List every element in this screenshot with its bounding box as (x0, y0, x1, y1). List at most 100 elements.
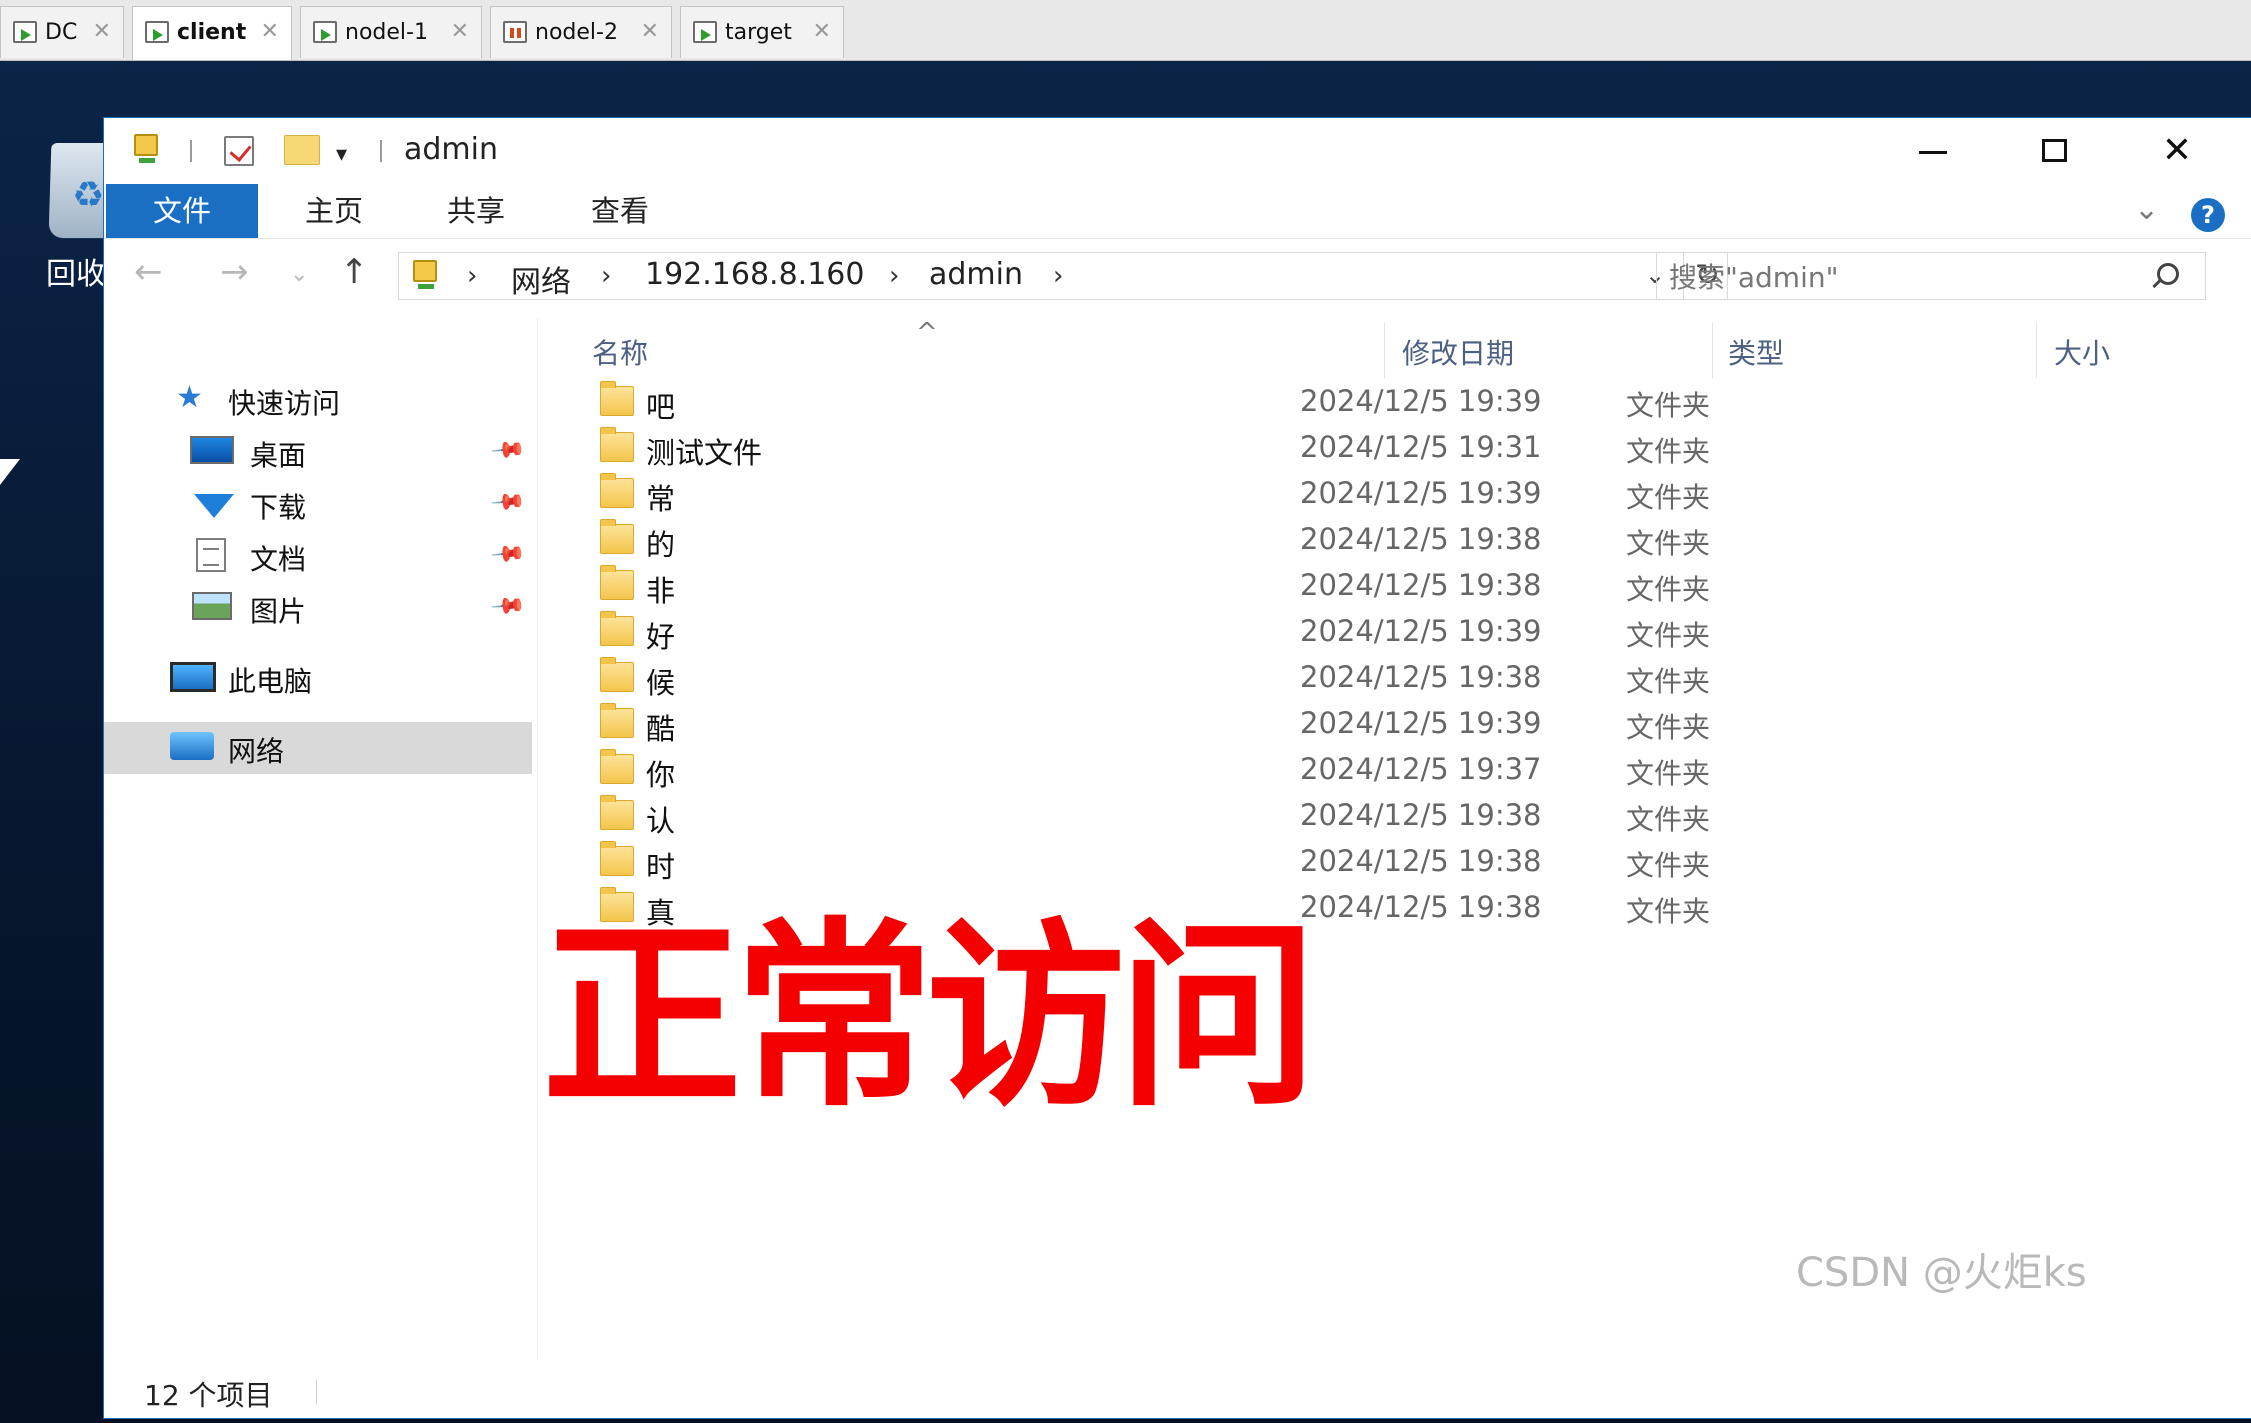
help-icon[interactable]: ? (2191, 198, 2225, 232)
file-name: 吧 (646, 390, 676, 424)
breadcrumb-host[interactable]: 192.168.8.160 (645, 257, 864, 292)
close-icon[interactable]: ✕ (813, 19, 831, 44)
nav-item-this-pc[interactable]: 此电脑 (104, 652, 532, 704)
nav-item-documents[interactable]: 文档 📌 (104, 530, 532, 582)
file-row[interactable]: 常 2024/12/5 19:39 文件夹 (540, 470, 2251, 516)
column-header-date[interactable]: 修改日期 (1402, 332, 1514, 372)
column-divider[interactable] (2036, 322, 2037, 378)
file-modified-date: 2024/12/5 19:38 (1300, 522, 1542, 556)
tab-share[interactable]: 共享 (416, 184, 536, 238)
vm-tab-client[interactable]: client ✕ (132, 6, 292, 60)
file-row[interactable]: 候 2024/12/5 19:38 文件夹 (540, 654, 2251, 700)
nav-item-network[interactable]: 网络 (104, 722, 532, 774)
search-icon[interactable] (2157, 263, 2179, 285)
chevron-right-icon[interactable]: › (467, 261, 477, 291)
vm-tab-bar: DC ✕ client ✕ nodel-1 ✕ nodel-2 ✕ target… (0, 0, 2251, 61)
mouse-cursor-icon (0, 459, 20, 485)
file-row[interactable]: 你 2024/12/5 19:37 文件夹 (540, 746, 2251, 792)
vm-tab-nodel-1[interactable]: nodel-1 ✕ (300, 6, 482, 58)
file-type: 文件夹 (1626, 711, 1711, 744)
close-icon[interactable]: ✕ (261, 19, 279, 44)
column-divider[interactable] (1384, 322, 1385, 378)
maximize-button[interactable] (1994, 118, 2116, 184)
customize-toolbar-dropdown-icon[interactable]: ▾ (336, 142, 347, 167)
nav-quick-access[interactable]: ★ 快速访问 (104, 374, 532, 426)
minimize-button[interactable] (1871, 118, 1993, 184)
file-row[interactable]: 测试文件 2024/12/5 19:31 文件夹 (540, 424, 2251, 470)
nav-item-downloads[interactable]: 下载 📌 (104, 478, 532, 530)
pin-icon[interactable]: 📌 (489, 536, 526, 573)
file-row[interactable]: 的 2024/12/5 19:38 文件夹 (540, 516, 2251, 562)
vm-paused-icon (503, 21, 527, 43)
tab-view[interactable]: 查看 (560, 184, 680, 238)
vm-tab-dc[interactable]: DC ✕ (0, 6, 124, 58)
chevron-right-icon[interactable]: › (1053, 261, 1063, 291)
file-row[interactable]: 酷 2024/12/5 19:39 文件夹 (540, 700, 2251, 746)
pane-divider[interactable] (537, 318, 538, 1358)
file-row[interactable]: 吧 2024/12/5 19:39 文件夹 (540, 378, 2251, 424)
column-header-name[interactable]: 名称 (592, 332, 648, 372)
file-name: 的 (646, 528, 676, 562)
file-row[interactable]: 好 2024/12/5 19:39 文件夹 (540, 608, 2251, 654)
pin-icon[interactable]: 📌 (489, 484, 526, 521)
recent-locations-chevron-icon[interactable]: ⌄ (290, 262, 308, 287)
file-type: 文件夹 (1626, 481, 1711, 514)
minimize-icon (1919, 151, 1947, 154)
file-modified-date: 2024/12/5 19:39 (1300, 614, 1542, 648)
address-bar[interactable]: › 网络 › 192.168.8.160 › admin › ⌄ (398, 252, 1684, 300)
nav-item-desktop[interactable]: 桌面 📌 (104, 426, 532, 478)
file-modified-date: 2024/12/5 19:38 (1300, 798, 1542, 832)
close-button[interactable]: ✕ (2116, 118, 2238, 184)
vm-tab-label: target (725, 20, 792, 45)
maximize-icon (2042, 139, 2067, 162)
new-folder-icon[interactable] (284, 135, 320, 165)
file-name: 你 (646, 758, 676, 792)
nav-item-label: 下载 (250, 491, 307, 524)
forward-arrow-icon[interactable]: → (220, 252, 249, 292)
tab-file[interactable]: 文件 (106, 184, 258, 238)
vm-running-icon (313, 21, 337, 43)
folder-icon (600, 657, 634, 692)
chevron-right-icon[interactable]: › (601, 261, 611, 291)
pictures-icon (192, 592, 232, 620)
close-icon[interactable]: ✕ (451, 19, 469, 44)
column-header-size[interactable]: 大小 (2054, 332, 2110, 372)
chevron-right-icon[interactable]: › (889, 261, 899, 291)
chevron-down-icon[interactable]: ⌄ (2134, 192, 2159, 227)
close-icon[interactable]: ✕ (641, 19, 659, 44)
search-box[interactable] (1656, 252, 2206, 300)
document-icon (196, 538, 226, 572)
vm-tab-nodel-2[interactable]: nodel-2 ✕ (490, 6, 672, 58)
back-arrow-icon[interactable]: ← (134, 252, 163, 292)
search-input[interactable] (1667, 255, 2131, 299)
breadcrumb-network[interactable]: 网络 (511, 257, 571, 301)
close-icon[interactable]: ✕ (93, 19, 111, 44)
breadcrumb-admin[interactable]: admin (929, 257, 1023, 292)
vm-tab-label: nodel-1 (345, 20, 428, 45)
status-bar: 12 个项目 (104, 1360, 2251, 1418)
network-drive-icon[interactable] (134, 134, 160, 164)
pin-icon[interactable]: 📌 (489, 588, 526, 625)
file-row[interactable]: 时 2024/12/5 19:38 文件夹 (540, 838, 2251, 884)
column-header-type[interactable]: 类型 (1728, 332, 1784, 372)
file-name: 酷 (646, 712, 676, 746)
vm-tab-target[interactable]: target ✕ (680, 6, 844, 58)
network-location-icon (413, 260, 439, 292)
nav-item-pictures[interactable]: 图片 📌 (104, 582, 532, 634)
file-modified-date: 2024/12/5 19:39 (1300, 384, 1542, 418)
column-divider[interactable] (1712, 322, 1713, 378)
folder-icon (600, 611, 634, 646)
computer-icon (170, 662, 216, 692)
pin-icon[interactable]: 📌 (489, 432, 526, 469)
file-modified-date: 2024/12/5 19:39 (1300, 476, 1542, 510)
item-count: 12 个项目 (144, 1379, 273, 1412)
file-modified-date: 2024/12/5 19:38 (1300, 568, 1542, 602)
properties-check-icon[interactable] (224, 136, 254, 166)
file-row[interactable]: 非 2024/12/5 19:38 文件夹 (540, 562, 2251, 608)
file-type: 文件夹 (1626, 619, 1711, 652)
file-row[interactable]: 认 2024/12/5 19:38 文件夹 (540, 792, 2251, 838)
up-arrow-icon[interactable]: ↑ (340, 252, 369, 292)
vm-running-icon (145, 21, 169, 43)
tab-home[interactable]: 主页 (274, 184, 394, 238)
nav-item-label: 图片 (250, 595, 307, 628)
